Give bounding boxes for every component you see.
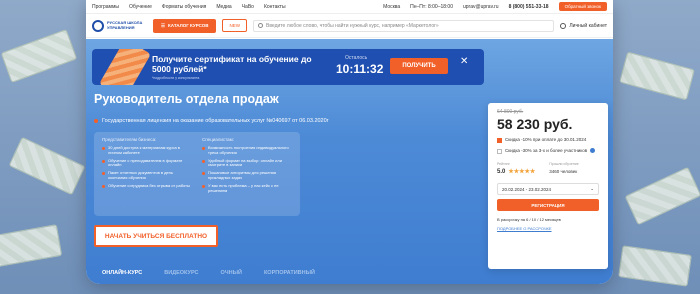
- ribbon-decor: [99, 49, 151, 85]
- hero-section: Получите сертификат на обучение до 5000 …: [86, 39, 613, 284]
- tab-online[interactable]: ОНЛАЙН-КУРС: [102, 270, 142, 276]
- start-free-button[interactable]: НАЧАТЬ УЧИТЬСЯ БЕСПЛАТНО: [94, 225, 218, 247]
- timer-label: Осталось: [345, 55, 368, 61]
- phone-link[interactable]: 8 (800) 551-33-18: [509, 4, 549, 10]
- menu-faq[interactable]: ЧаВо: [242, 4, 254, 10]
- installment-text: В рассрочку на 6 / 10 / 12 месяцев: [497, 217, 561, 222]
- list-item: 30 дней доступа к материалам курса в лич…: [102, 145, 192, 156]
- page-title: Руководитель отдела продаж: [94, 92, 279, 106]
- menu-education[interactable]: Обучение: [129, 4, 152, 10]
- callback-button[interactable]: Обратный звонок: [558, 2, 607, 11]
- license-text: Государственная лицензия на оказание обр…: [102, 118, 329, 124]
- money-bill-decor: [619, 51, 695, 101]
- promo-note: *подробности у консультанта: [152, 76, 200, 80]
- menu-icon: ☰: [161, 22, 166, 28]
- work-hours: Пн–Пт: 8:00–18:00: [410, 3, 453, 10]
- rating-value: 5.0: [497, 168, 506, 175]
- money-bill-decor: [618, 245, 692, 287]
- close-icon[interactable]: ✕: [460, 56, 468, 67]
- money-bill-decor: [0, 224, 63, 268]
- menu-formats[interactable]: Форматы обучения: [162, 4, 206, 10]
- star-icons: ★★★★★: [508, 169, 536, 175]
- search-placeholder: Введите любое слово, чтобы найти нужный …: [265, 22, 439, 29]
- list-item: Удобный формат на выбор: онлайн или смот…: [202, 158, 292, 169]
- checkbox-icon[interactable]: [497, 149, 502, 154]
- rating-block: Рейтинг 5.0 ★★★★★: [497, 162, 535, 175]
- list-item: Обучение сотрудника без отрыва от работы: [102, 183, 192, 189]
- account-label: Личный кабинет: [569, 22, 607, 29]
- logo-icon: [92, 19, 104, 32]
- old-price: 64 800 руб.: [497, 109, 524, 115]
- email-link[interactable]: uprav@uprav.ru: [463, 4, 499, 10]
- students-value: 3460 человек: [549, 169, 578, 174]
- city-select[interactable]: Москва: [383, 4, 400, 10]
- discount-early[interactable]: Скидка -10% при оплате до 30.01.2024: [497, 137, 599, 143]
- promo-banner: Получите сертификат на обучение до 5000 …: [92, 49, 484, 85]
- course-stats: Рейтинг 5.0 ★★★★★ Прошли обучение 3460 ч…: [497, 162, 599, 175]
- promo-title: Получите сертификат на обучение до 5000 …: [152, 54, 312, 74]
- countdown-timer: 10:11:32: [336, 62, 384, 76]
- benefits-specialists-title: Специалистам:: [202, 137, 235, 142]
- discount-group-label: Скидка -30% за 3-х и более участников: [505, 148, 588, 153]
- dates-value: 20.02.2024 - 23.02.2024: [502, 186, 552, 192]
- logo[interactable]: РУССКАЯ ШКОЛА УПРАВЛЕНИЯ: [92, 19, 147, 32]
- discount-early-label: Скидка -10% при оплате до 30.01.2024: [505, 137, 587, 142]
- money-bill-decor: [8, 136, 86, 196]
- catalog-label: КАТАЛОГ КУРСОВ: [168, 23, 209, 28]
- browser-page: Программы Обучение Форматы обучения Меди…: [86, 0, 613, 284]
- money-bill-decor: [624, 166, 700, 226]
- list-item: Пакет отчетных документов в день окончан…: [102, 170, 192, 181]
- discount-group[interactable]: Скидка -30% за 3-х и более участников: [497, 148, 599, 154]
- rating-label: Рейтинг: [497, 162, 510, 166]
- menu-contacts[interactable]: Контакты: [264, 4, 286, 10]
- list-item: Пошаговые алгоритмы для решения прикладн…: [202, 170, 292, 181]
- installment-more-link[interactable]: ПОДРОБНЕЕ О РАССРОЧКЕ: [497, 226, 599, 231]
- money-bill-decor: [0, 28, 78, 84]
- students-block: Прошли обучение 3460 человек: [549, 162, 578, 175]
- list-item: Возможность построения индивидуального т…: [202, 145, 292, 156]
- tab-corporate[interactable]: КОРПОРАТИВНЫЙ: [264, 270, 315, 276]
- info-icon[interactable]: [590, 148, 596, 153]
- benefits-specialists: Специалистам: Возможность построения инд…: [202, 137, 292, 211]
- account-link[interactable]: Личный кабинет: [560, 22, 607, 29]
- get-certificate-button[interactable]: ПОЛУЧИТЬ: [390, 58, 448, 74]
- menu-media[interactable]: Медиа: [216, 4, 231, 10]
- students-label: Прошли обучение: [549, 162, 579, 166]
- rating: 5.0 ★★★★★: [497, 168, 536, 176]
- checkbox-checked-icon[interactable]: [497, 138, 502, 143]
- license-icon: [94, 119, 98, 123]
- register-button[interactable]: РЕГИСТРАЦИЯ: [497, 199, 599, 211]
- logo-text: РУССКАЯ ШКОЛА УПРАВЛЕНИЯ: [107, 19, 143, 30]
- license-line: Государственная лицензия на оказание обр…: [94, 118, 329, 124]
- search-icon: [257, 23, 263, 28]
- tab-offline[interactable]: ОЧНЫЙ: [220, 270, 241, 276]
- list-item: Обучение с преподавателем в формате онла…: [102, 158, 192, 169]
- catalog-button[interactable]: ☰ КАТАЛОГ КУРСОВ: [153, 18, 217, 33]
- new-button[interactable]: NEW: [222, 19, 247, 32]
- dates-select[interactable]: 20.02.2024 - 23.02.2024 ⌄: [497, 183, 599, 195]
- current-price: 58 230 руб.: [497, 116, 573, 132]
- chevron-down-icon: ⌄: [590, 186, 594, 191]
- benefits-business-title: Представителям бизнеса:: [102, 137, 157, 142]
- search-input[interactable]: Введите любое слово, чтобы найти нужный …: [252, 19, 555, 32]
- list-item: У вас есть проблема – у нас кейс с ее ре…: [202, 183, 292, 194]
- menu-programs[interactable]: Программы: [92, 4, 119, 10]
- tab-video[interactable]: ВИДЕОКУРС: [164, 270, 198, 276]
- benefits-business: Представителям бизнеса: 30 дней доступа …: [102, 137, 192, 211]
- user-icon: [560, 22, 567, 29]
- top-info-bar: Программы Обучение Форматы обучения Меди…: [86, 0, 613, 14]
- price-card: 64 800 руб. 58 230 руб. Скидка -10% при …: [488, 103, 608, 269]
- site-header: РУССКАЯ ШКОЛА УПРАВЛЕНИЯ ☰ КАТАЛОГ КУРСО…: [86, 14, 613, 38]
- benefits-panel: Представителям бизнеса: 30 дней доступа …: [94, 132, 300, 216]
